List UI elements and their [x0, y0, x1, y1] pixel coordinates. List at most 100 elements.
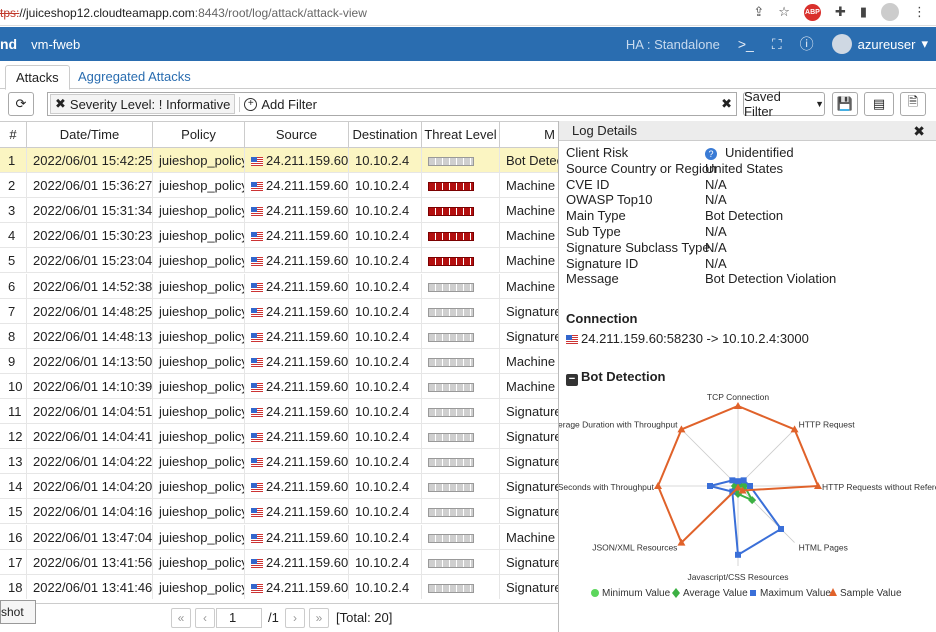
bot-detection-label: Bot Detection: [581, 369, 666, 384]
row-message: Machine l: [500, 248, 558, 273]
share-icon[interactable]: ⇪: [753, 4, 764, 20]
row-threat-level: [422, 323, 500, 349]
table-row[interactable]: 10 2022/06/01 14:10:39 juieshop_policy 24.2…: [0, 373, 558, 399]
row-number-text: 8: [8, 328, 16, 344]
fullscreen-icon[interactable]: ⛶: [772, 36, 782, 53]
table-row[interactable]: 15 2022/06/01 14:04:16 juieshop_policy 24.2…: [0, 499, 558, 525]
last-page-button[interactable]: »: [309, 608, 329, 628]
tab-aggregated-attacks[interactable]: Aggregated Attacks: [68, 65, 201, 90]
col-destination[interactable]: Destination: [349, 122, 422, 148]
threat-level-bar: [428, 282, 474, 292]
prev-page-button[interactable]: ‹: [195, 608, 215, 628]
table-row[interactable]: 13 2022/06/01 14:04:22 juieshop_policy 24.2…: [0, 449, 558, 475]
detail-key: OWASP Top10: [566, 192, 653, 208]
table-row[interactable]: 17 2022/06/01 13:41:56 juieshop_policy 24.2…: [0, 549, 558, 575]
col-message[interactable]: M: [500, 122, 558, 148]
row-policy-text: juieshop_policy: [159, 429, 245, 445]
row-datetime-text: 2022/06/01 14:04:20: [33, 479, 153, 495]
legend-label[interactable]: Minimum Value: [602, 588, 671, 599]
question-icon[interactable]: ?: [705, 148, 717, 160]
row-source-text: 24.211.159.60: [266, 328, 349, 344]
row-source: 24.211.159.60: [245, 474, 349, 500]
collapse-icon[interactable]: −: [566, 374, 578, 386]
first-page-button[interactable]: «: [171, 608, 191, 628]
table-row[interactable]: 6 2022/06/01 14:52:38 juieshop_policy 24.21…: [0, 273, 558, 299]
table-row[interactable]: 7 2022/06/01 14:48:25 juieshop_policy 24.21…: [0, 298, 558, 324]
tab-bar: Attacks Aggregated Attacks: [0, 61, 936, 90]
user-menu[interactable]: azureuser ▾: [831, 34, 928, 54]
us-flag-icon: [251, 207, 263, 217]
row-message-text: Machine l: [506, 353, 558, 369]
row-datetime: 2022/06/01 14:04:51: [27, 399, 153, 424]
row-source: 24.211.159.60: [245, 273, 349, 299]
table-row[interactable]: 5 2022/06/01 15:23:04 juieshop_policy 24.21…: [0, 248, 558, 274]
row-destination-text: 10.10.2.4: [355, 253, 410, 269]
legend-label[interactable]: Average Value: [683, 588, 748, 599]
table-row[interactable]: 1 2022/06/01 15:42:25 juieshop_policy 24.21…: [0, 148, 558, 173]
threat-level-bar: [428, 232, 474, 242]
radar-axis-label: HTTP Request: [799, 419, 856, 429]
table-row[interactable]: 12 2022/06/01 14:04:41 juieshop_policy 24.2…: [0, 424, 558, 450]
sidebar-icon[interactable]: ▮: [860, 4, 867, 20]
saved-filter-dropdown[interactable]: Saved Filter ▼: [743, 89, 825, 119]
caret-down-icon: ▾: [921, 36, 928, 51]
star-icon[interactable]: ☆: [778, 4, 790, 20]
filter-box[interactable]: ✖ Severity Level: ! Informative + Add Fi…: [47, 92, 737, 116]
threat-level-bar: [428, 483, 474, 493]
table-row[interactable]: 16 2022/06/01 13:47:04 juieshop_policy 24.2…: [0, 524, 558, 550]
extensions-icon[interactable]: ✚: [835, 4, 846, 20]
col-threat-level[interactable]: Threat Level: [422, 122, 500, 148]
us-flag-icon: [251, 232, 263, 242]
refresh-button[interactable]: ⟳: [8, 92, 34, 116]
remove-filter-icon[interactable]: ✖: [55, 96, 66, 112]
row-destination-text: 10.10.2.4: [355, 429, 410, 445]
detail-key: Client Risk: [566, 145, 629, 160]
columns-button[interactable]: ▤: [864, 92, 894, 116]
bot-radar-chart: TCP Connection HTTP Request HTTP Requests …: [559, 392, 936, 599]
table-row[interactable]: 4 2022/06/01 15:30:23 juieshop_policy 24.21…: [0, 223, 558, 249]
tab-attacks[interactable]: Attacks: [5, 65, 70, 90]
adblock-icon[interactable]: ABP: [803, 3, 821, 21]
bot-detection-title[interactable]: − Bot Detection: [566, 369, 666, 386]
row-source-text: 24.211.159.60: [266, 479, 349, 495]
row-destination: 10.10.2.4: [349, 424, 422, 450]
row-message-text: Machine l: [506, 253, 558, 269]
menu-kebab-icon[interactable]: ⋮: [913, 4, 926, 20]
table-row[interactable]: 14 2022/06/01 14:04:20 juieshop_policy 24.2…: [0, 474, 558, 500]
table-row[interactable]: 11 2022/06/01 14:04:51 juieshop_policy 24.2…: [0, 399, 558, 424]
col-datetime[interactable]: Date/Time: [27, 122, 153, 148]
url-host: //juiceshop12.cloudteamapp.com: [19, 5, 195, 20]
row-number-text: 5: [8, 253, 16, 269]
row-number-text: 2: [8, 178, 16, 194]
col-source[interactable]: Source: [245, 122, 349, 148]
row-threat-level: [422, 373, 500, 399]
table-row[interactable]: 8 2022/06/01 14:48:13 juieshop_policy 24.21…: [0, 323, 558, 349]
table-row[interactable]: 2 2022/06/01 15:36:27 juieshop_policy 24.21…: [0, 173, 558, 199]
cli-icon[interactable]: >_: [738, 36, 754, 52]
ha-status: HA : Standalone: [625, 36, 720, 52]
browser-url-bar[interactable]: tps://juiceshop12.cloudteamapp.com:8443/…: [0, 0, 936, 26]
row-number-text: 13: [8, 454, 23, 470]
row-number: 5: [0, 248, 27, 274]
table-row[interactable]: 9 2022/06/01 14:13:50 juieshop_policy 24.21…: [0, 348, 558, 374]
save-button[interactable]: 💾: [832, 92, 858, 116]
filter-chip[interactable]: ✖ Severity Level: ! Informative: [50, 94, 236, 114]
page-input[interactable]: 1: [216, 608, 262, 628]
next-page-button[interactable]: ›: [285, 608, 305, 628]
add-filter-button[interactable]: + Add Filter: [239, 96, 317, 112]
profile-icon[interactable]: [881, 3, 899, 21]
legend-label[interactable]: Maximum Value: [760, 588, 831, 599]
row-policy-text: juieshop_policy: [159, 404, 245, 419]
row-number-text: 18: [8, 579, 23, 595]
clear-filters-icon[interactable]: ✖: [721, 96, 732, 112]
table-row[interactable]: 18 2022/06/01 13:41:46 juieshop_policy 24.2…: [0, 574, 558, 599]
legend-marker: [750, 590, 756, 596]
row-message: Signature: [500, 424, 558, 449]
col-number[interactable]: #: [0, 122, 27, 148]
row-policy: juieshop_policy: [153, 173, 245, 199]
legend-label[interactable]: Sample Value: [840, 588, 902, 599]
export-pdf-button[interactable]: 🗎: [900, 92, 926, 116]
help-icon[interactable]: ⓘ: [800, 34, 814, 54]
table-row[interactable]: 3 2022/06/01 15:31:34 juieshop_policy 24.21…: [0, 198, 558, 224]
col-policy[interactable]: Policy: [153, 122, 245, 148]
